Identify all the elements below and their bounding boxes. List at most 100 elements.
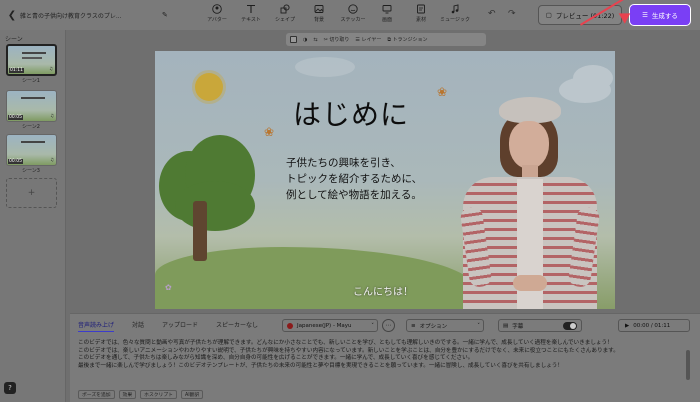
more-options-button[interactable]: ⋯: [382, 319, 395, 332]
music-icon: [450, 3, 461, 14]
script-line: 最後まで一緒に楽しんで学びましょう！このビデオテンプレートが、子供たちの未来の可…: [78, 362, 563, 369]
preview-icon: ▢: [545, 11, 552, 19]
document-title[interactable]: 雑と青の子供向け教育クラスのプレ...: [20, 11, 160, 20]
slide-body-line: トピックを紹介するために、: [286, 173, 423, 185]
background-icon: [314, 3, 325, 14]
scene-duration: 00:05: [8, 159, 23, 164]
add-scene-button[interactable]: +: [6, 178, 57, 208]
ai-translate-button[interactable]: AI翻訳: [180, 390, 204, 399]
sun-illustration: [195, 73, 223, 101]
avatar-icon: [212, 3, 223, 14]
tab-no-speaker[interactable]: スピーカーなし: [216, 320, 258, 332]
redo-icon[interactable]: ↷: [508, 9, 516, 19]
tool-text[interactable]: テキスト: [234, 3, 268, 23]
sticker-icon: [348, 3, 359, 14]
tool-shape[interactable]: シェイプ: [268, 3, 302, 23]
thumb-text-bar: [21, 97, 45, 99]
layer-label: レイヤー: [361, 37, 382, 43]
layer-button[interactable]: ☰ レイヤー: [355, 36, 381, 43]
shape-icon: [280, 3, 291, 14]
thumb-text-bar: [21, 141, 45, 143]
butterfly-illustration: ❀: [437, 85, 448, 99]
play-icon: ▶: [625, 322, 630, 329]
scene-label-3: シーン3: [22, 168, 40, 174]
screen-icon: [382, 3, 393, 14]
generate-button[interactable]: ☰ 生成する: [629, 4, 691, 26]
tool-screen[interactable]: 画面: [370, 3, 404, 23]
tool-sticker-label: ステッカー: [340, 17, 366, 23]
slide-body-text[interactable]: 子供たちの興味を引き、 トピックを紹介するために、 例として絵や物語を加える。: [286, 155, 422, 203]
script-textarea[interactable]: このビデオでは、色々な質問と動画や写真が子供たちが理解できます。どんなにか小さな…: [78, 340, 684, 370]
plus-icon: +: [27, 188, 36, 198]
scene-thumbnail-1[interactable]: 01:11 ♫: [6, 44, 57, 76]
avatar-presenter[interactable]: [455, 97, 605, 309]
script-scrollbar[interactable]: [686, 350, 690, 380]
japan-flag-icon: [287, 322, 293, 329]
trim-button[interactable]: ✂ 切り取り: [324, 36, 350, 43]
tab-text-to-speech[interactable]: 音声読み上げ: [78, 320, 115, 332]
tab-upload[interactable]: アップロード: [162, 320, 198, 332]
butterfly-illustration: ❀: [264, 125, 275, 139]
script-line: このビデオを通して、子供たちは楽しみながら知識を深め、自分自身の可能性を広げるこ…: [78, 355, 474, 362]
add-pause-button[interactable]: ポーズを追加: [78, 390, 115, 399]
help-icon[interactable]: ?: [4, 382, 16, 394]
option-select[interactable]: ≡ オプション ˅: [406, 319, 484, 332]
layers-icon: ☰: [642, 11, 648, 19]
transition-label: トランジション: [392, 37, 428, 43]
undo-icon[interactable]: ↶: [488, 9, 496, 19]
scissors-icon: ✂: [323, 37, 328, 43]
sliders-icon: ≡: [411, 322, 416, 329]
music-icon: ♫: [49, 158, 54, 163]
color-icon[interactable]: ◑: [303, 37, 307, 43]
tool-shape-label: シェイプ: [274, 17, 295, 23]
voice-label: Japanese(JP) - Mayu: [297, 322, 352, 329]
slide-canvas[interactable]: ❀ ❀ ✿ はじめに 子供たちの興味を引き、 トピックを紹介するために、 例とし…: [155, 51, 615, 309]
slide-body-line: 例として絵や物語を加える。: [286, 189, 422, 201]
tool-media-label: 素材: [415, 17, 426, 23]
insert-toolbar: アバター テキスト シェイプ 背景 ステッカー 画面 素材 ミュージック: [200, 3, 472, 23]
slide-heading[interactable]: はじめに: [293, 93, 409, 133]
play-button[interactable]: ▶ 00:00 / 01:11: [618, 319, 690, 332]
effects-button[interactable]: 効果: [118, 390, 137, 399]
ellipsis-icon: ⋯: [385, 322, 392, 329]
script-button[interactable]: ホスクリプト: [140, 390, 177, 399]
thumb-text-bar: [22, 52, 46, 54]
tool-avatar[interactable]: アバター: [200, 3, 234, 23]
scene-duration: 00:05: [8, 115, 23, 120]
transition-button[interactable]: ⧉ トランジション: [387, 36, 427, 43]
text-icon: [246, 3, 257, 14]
chevron-left-icon: ❮: [7, 9, 17, 21]
tool-text-label: テキスト: [241, 17, 261, 23]
slide-body-line: 子供たちの興味を引き、: [286, 157, 401, 169]
subtitle-toggle[interactable]: [563, 322, 577, 330]
layers-icon: ☰: [355, 37, 360, 43]
trim-label: 切り取り: [329, 37, 350, 43]
tree-trunk-illustration: [193, 201, 207, 261]
music-icon: ♫: [48, 67, 53, 72]
cloud-decoration: [295, 57, 355, 77]
music-icon: ♫: [49, 114, 54, 119]
scene-thumbnail-3[interactable]: 00:05 ♫: [6, 134, 57, 166]
checkbox-icon[interactable]: [290, 36, 297, 43]
tool-media[interactable]: 素材: [404, 3, 438, 23]
subtitle-label: 字幕: [512, 323, 524, 330]
thumb-text-bar: [22, 57, 42, 59]
voice-select[interactable]: Japanese(JP) - Mayu ˅: [282, 319, 378, 332]
scene-label-1: シーン1: [22, 78, 40, 84]
script-line: このビデオでは、色々な質問と動画や写真が子供たちが理解できます。どんなにか小さな…: [78, 340, 613, 346]
pencil-icon[interactable]: ✎: [162, 11, 168, 19]
transition-icon: ⧉: [387, 37, 391, 43]
tool-music[interactable]: ミュージック: [438, 3, 472, 23]
tab-dialogue[interactable]: 対話: [132, 320, 144, 332]
tool-background-label: 背景: [313, 17, 324, 23]
chevron-down-icon: ˅: [477, 322, 480, 329]
tool-background[interactable]: 背景: [302, 3, 336, 23]
scene-panel-header: シーン: [5, 36, 23, 43]
scene-panel: シーン 01:11 ♫ シーン1 00:05 ♫ シーン2 00:05 ♫ シー…: [0, 30, 66, 402]
avatar-beret: [499, 97, 561, 123]
tool-sticker[interactable]: ステッカー: [336, 3, 370, 23]
playback-time: 00:00 / 01:11: [633, 322, 671, 329]
scene-thumbnail-2[interactable]: 00:05 ♫: [6, 90, 57, 122]
flip-icon[interactable]: ⇆: [313, 37, 317, 43]
back-button[interactable]: ❮: [4, 0, 20, 30]
